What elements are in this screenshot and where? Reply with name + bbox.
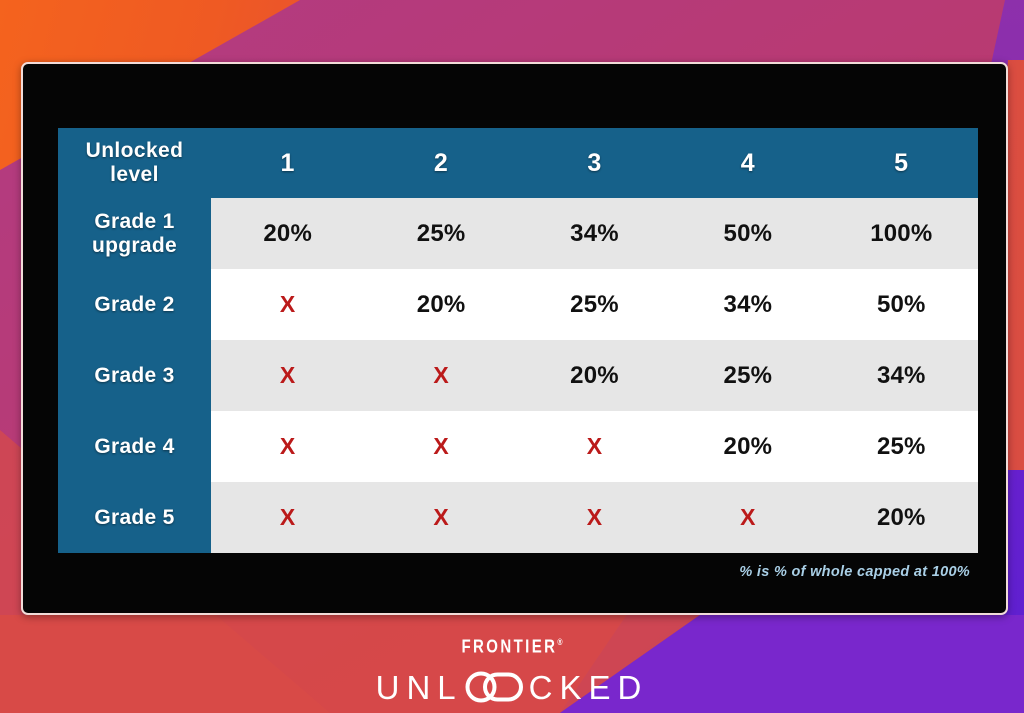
cell-grade4-level2: X (364, 411, 518, 482)
cell-grade1-level2: 25% (364, 198, 518, 269)
cell-grade1-level5: 100% (824, 198, 978, 269)
cell-grade3-level3: 20% (517, 340, 672, 411)
corner-label-line1: Unlocked (85, 139, 184, 163)
table-row: Grade 5 X X X X 20% (58, 482, 978, 553)
column-header-3: 3 (517, 128, 672, 198)
chain-link-icon (465, 671, 523, 703)
column-header-1: 1 (211, 128, 365, 198)
brand-name-text: FRONTIER (461, 636, 558, 658)
brand-name: FRONTIER® (461, 637, 562, 656)
cell-grade2-level2: 20% (364, 269, 518, 340)
row-header-grade-2: Grade 2 (58, 269, 211, 340)
cell-grade2-level5: 50% (824, 269, 978, 340)
table-row: Grade 3 X X 20% 25% 34% (58, 340, 978, 411)
slide-stage: Unlocked level 1 2 3 4 5 Grade 1 upgrade (0, 0, 1024, 713)
cell-grade5-level2: X (364, 482, 518, 553)
upgrade-rates-table: Unlocked level 1 2 3 4 5 Grade 1 upgrade (58, 128, 978, 553)
column-header-2: 2 (364, 128, 518, 198)
cell-grade5-level1: X (211, 482, 365, 553)
cell-grade4-level5: 25% (824, 411, 978, 482)
cell-grade2-level1: X (211, 269, 365, 340)
table-header: Unlocked level 1 2 3 4 5 (58, 128, 978, 198)
corner-label-line2: level (110, 163, 159, 186)
table-corner-label: Unlocked level (58, 128, 211, 198)
cell-grade3-level4: 25% (671, 340, 825, 411)
row-header-line1: Grade 2 (94, 292, 175, 316)
cell-grade3-level5: 34% (824, 340, 978, 411)
frontier-unlocked-logo: FRONTIER® UNL CKED (0, 637, 1024, 707)
cell-grade5-level4: X (671, 482, 825, 553)
cell-grade2-level3: 25% (517, 269, 672, 340)
row-header-line1: Grade 1 (94, 209, 175, 233)
cell-grade1-level1: 20% (211, 198, 365, 269)
row-header-line1: Grade 4 (94, 434, 175, 458)
row-header-line1: Grade 5 (94, 505, 175, 529)
column-header-4: 4 (671, 128, 825, 198)
cell-grade4-level4: 20% (671, 411, 825, 482)
cell-grade1-level3: 34% (517, 198, 672, 269)
column-header-5: 5 (824, 128, 978, 198)
cell-grade3-level2: X (364, 340, 518, 411)
logo-word-after: CKED (528, 668, 649, 706)
cell-grade1-level4: 50% (671, 198, 825, 269)
content-panel: Unlocked level 1 2 3 4 5 Grade 1 upgrade (21, 62, 1008, 615)
table-row: Grade 4 X X X 20% 25% (58, 411, 978, 482)
row-header-grade-1: Grade 1 upgrade (58, 198, 211, 269)
row-header-line1: Grade 3 (94, 363, 175, 387)
trademark-symbol: ® (557, 638, 563, 648)
table-body: Grade 1 upgrade 20% 25% 34% 50% 100% Gra… (58, 198, 978, 553)
footnote-text: % is % of whole capped at 100% (739, 564, 970, 580)
row-header-grade-3: Grade 3 (58, 340, 211, 411)
cell-grade2-level4: 34% (671, 269, 825, 340)
table-header-row: Unlocked level 1 2 3 4 5 (58, 128, 978, 198)
cell-grade5-level5: 20% (824, 482, 978, 553)
cell-grade4-level1: X (211, 411, 365, 482)
table-row: Grade 2 X 20% 25% 34% 50% (58, 269, 978, 340)
cell-grade3-level1: X (211, 340, 365, 411)
row-header-grade-4: Grade 4 (58, 411, 211, 482)
cell-grade4-level3: X (517, 411, 672, 482)
logo-word-before: UNL (375, 668, 463, 706)
row-header-line2: upgrade (92, 233, 177, 257)
table-row: Grade 1 upgrade 20% 25% 34% 50% 100% (58, 198, 978, 269)
cell-grade5-level3: X (517, 482, 672, 553)
logo-wordmark: UNL CKED (0, 667, 1024, 707)
row-header-grade-5: Grade 5 (58, 482, 211, 553)
